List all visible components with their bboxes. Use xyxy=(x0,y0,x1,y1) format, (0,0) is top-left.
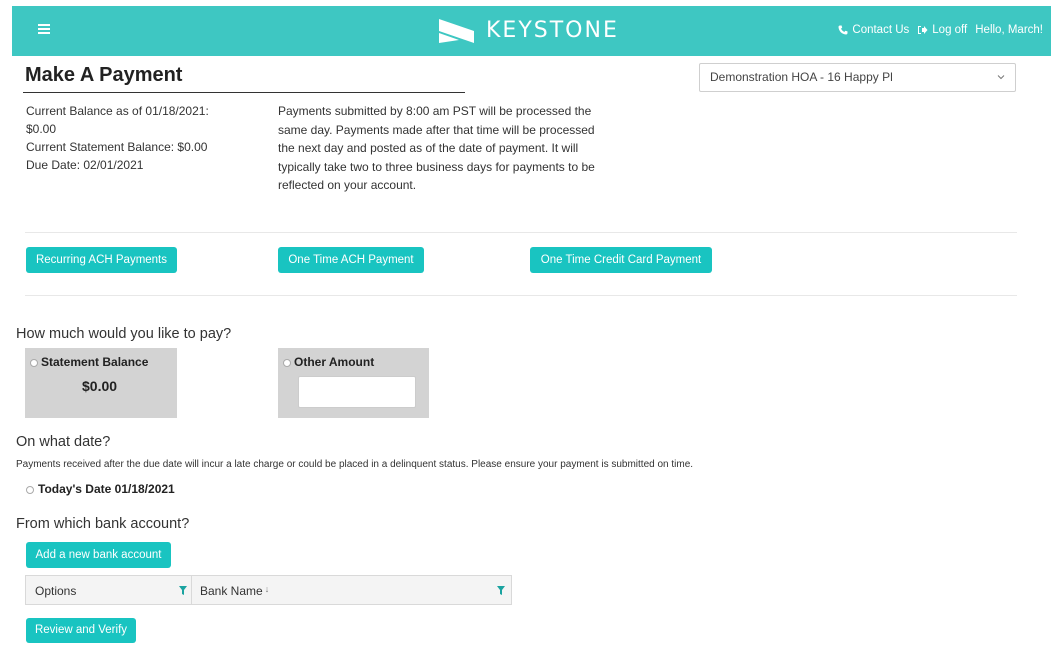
divider xyxy=(25,295,1017,296)
association-select-value: Demonstration HOA - 16 Happy Pl xyxy=(710,70,893,84)
top-right-links: Contact Us Log off Hello, March! xyxy=(830,24,1043,36)
other-amount-option-label: Other Amount xyxy=(283,355,374,369)
brand-name: KEYSTONE xyxy=(486,18,619,43)
top-navbar: KEYSTONE Contact Us Log off Hello, March… xyxy=(12,6,1051,56)
user-greeting[interactable]: Hello, March! xyxy=(975,24,1043,36)
chevron-down-icon xyxy=(997,75,1005,80)
options-column-label: Options xyxy=(35,584,77,598)
contact-us-label: Contact Us xyxy=(852,24,910,36)
other-amount-input[interactable] xyxy=(298,376,416,408)
filter-icon[interactable] xyxy=(497,586,505,595)
other-amount-label: Other Amount xyxy=(294,355,375,369)
current-balance-label: Current Balance as of 01/18/2021: xyxy=(26,104,209,118)
keystone-logo-icon xyxy=(439,18,474,43)
page-title: Make A Payment xyxy=(25,64,183,86)
today-date-option[interactable]: Today's Date 01/18/2021 xyxy=(26,482,175,496)
other-amount-option[interactable]: Other Amount xyxy=(278,348,429,418)
today-date-label: Today's Date 01/18/2021 xyxy=(38,482,175,496)
bank-accounts-grid-header: Options Bank Name ↓ xyxy=(25,575,512,605)
bank-heading: From which bank account? xyxy=(16,516,190,532)
add-bank-account-button[interactable]: Add a new bank account xyxy=(26,542,171,568)
hamburger-menu-icon[interactable] xyxy=(38,24,50,34)
phone-icon xyxy=(838,25,848,35)
processing-notice: Payments submitted by 8:00 am PST will b… xyxy=(278,104,595,192)
recurring-ach-button[interactable]: Recurring ACH Payments xyxy=(26,247,177,273)
current-balance-value: $0.00 xyxy=(26,122,57,136)
one-time-ach-button[interactable]: One Time ACH Payment xyxy=(278,247,424,273)
statement-balance-option[interactable]: Statement Balance $0.00 xyxy=(25,348,177,418)
statement-balance-amount: $0.00 xyxy=(82,378,118,394)
filter-icon[interactable] xyxy=(179,586,187,595)
contact-us-link[interactable]: Contact Us xyxy=(838,24,909,36)
statement-balance: Current Statement Balance: $0.00 xyxy=(26,140,208,154)
bank-name-column-label: Bank Name xyxy=(200,584,263,598)
options-column-header[interactable]: Options xyxy=(26,576,192,604)
log-off-link[interactable]: Log off xyxy=(917,24,967,36)
late-charge-note: Payments received after the due date wil… xyxy=(16,459,694,470)
amount-heading: How much would you like to pay? xyxy=(16,326,232,342)
statement-balance-label: Statement Balance xyxy=(41,355,149,369)
brand[interactable]: KEYSTONE xyxy=(439,18,619,43)
log-off-label: Log off xyxy=(932,24,968,36)
one-time-credit-card-button[interactable]: One Time Credit Card Payment xyxy=(530,247,712,273)
bank-name-column-header[interactable]: Bank Name ↓ xyxy=(192,576,511,604)
statement-balance-option-label: Statement Balance xyxy=(30,355,148,369)
association-select[interactable]: Demonstration HOA - 16 Happy Pl xyxy=(699,63,1016,92)
sign-out-icon xyxy=(918,26,928,34)
date-heading: On what date? xyxy=(16,434,111,450)
due-date: Due Date: 02/01/2021 xyxy=(26,158,144,172)
sort-descending-icon[interactable]: ↓ xyxy=(265,584,270,594)
divider xyxy=(25,232,1017,233)
statement-balance-radio[interactable] xyxy=(30,358,38,367)
review-and-verify-button[interactable]: Review and Verify xyxy=(26,618,136,643)
other-amount-radio[interactable] xyxy=(283,358,291,367)
title-underline xyxy=(23,92,465,93)
balance-summary: Current Balance as of 01/18/2021: $0.00 … xyxy=(26,102,209,174)
today-date-radio[interactable] xyxy=(26,485,34,494)
